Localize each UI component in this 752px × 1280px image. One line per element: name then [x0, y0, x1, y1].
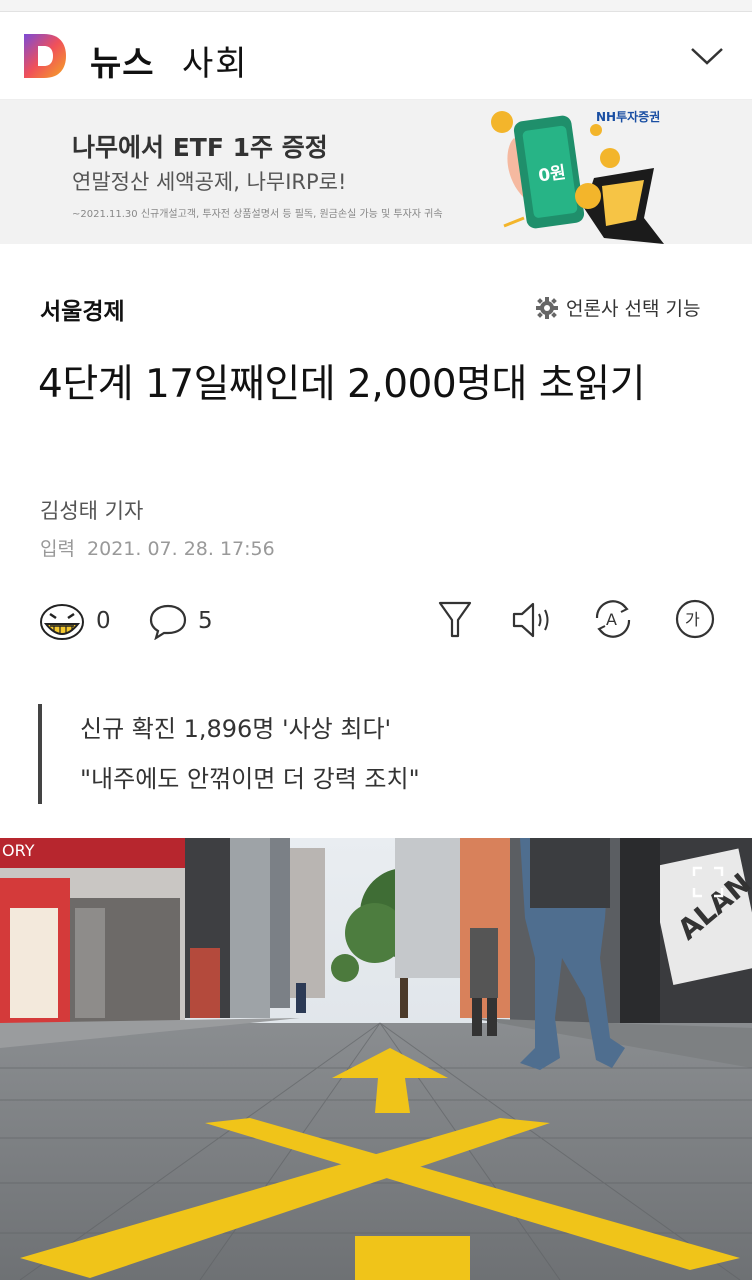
comment-button[interactable]: 5: [148, 602, 213, 640]
comment-count: 5: [198, 608, 213, 634]
press-setting-label: 언론사 선택 기능: [566, 298, 701, 320]
date-label: 입력: [40, 538, 75, 560]
publish-date: 입력 2021. 07. 28. 17:56: [40, 534, 275, 561]
phone-label: 0원: [537, 163, 567, 187]
category-title[interactable]: 사회: [182, 36, 249, 85]
comment-bubble-icon: [149, 604, 187, 640]
summary-line: "내주에도 안꺾이면 더 강력 조치": [80, 765, 420, 793]
article-summary: 신규 확진 1,896명 '사상 최다' "내주에도 안꺾이면 더 강력 조치": [38, 704, 638, 804]
translate-icon[interactable]: A: [592, 598, 634, 640]
press-setting-button[interactable]: 언론사 선택 기능: [536, 294, 700, 321]
daum-logo[interactable]: [22, 32, 68, 80]
date-value: 2021. 07. 28. 17:56: [87, 538, 275, 560]
expand-icon[interactable]: [692, 866, 724, 898]
font-size-icon-text: 가: [685, 610, 700, 629]
gear-icon: [536, 296, 558, 319]
banner-title: 나무에서 ETF 1주 증정: [72, 133, 328, 162]
chevron-down-icon[interactable]: [690, 46, 724, 66]
reaction-button[interactable]: 0: [38, 600, 111, 642]
article-headline: 4단계 17일째인데 2,000명대 초읽기: [38, 362, 645, 407]
article-photo[interactable]: ORY ALAN: [0, 838, 752, 1280]
app-header: 뉴스 사회: [0, 12, 752, 100]
status-strip: [0, 0, 752, 12]
reaction-count: 0: [96, 608, 111, 634]
press-name[interactable]: 서울경제: [40, 292, 125, 326]
laughing-face-icon: [40, 604, 84, 640]
phone-coins-illustration: 0원: [491, 111, 664, 244]
banner-fineprint: ~2021.11.30 신규개설고객, 투자전 상품설명서 등 필독, 원금손실…: [72, 209, 443, 220]
summary-line: 신규 확진 1,896명 '사상 최다': [80, 715, 392, 743]
article-actions: 0 5 A 가: [0, 596, 752, 646]
nh-brand-logo: NH투자증권: [596, 110, 661, 124]
news-section-title[interactable]: 뉴스: [90, 36, 155, 85]
translate-icon-text: A: [606, 610, 617, 629]
font-size-icon[interactable]: 가: [674, 598, 716, 640]
banner-subtitle: 연말정산 세액공제, 나무IRP로!: [72, 170, 347, 194]
reporter-name[interactable]: 김성태 기자: [40, 495, 143, 525]
summary-filter-icon[interactable]: [438, 600, 472, 640]
street-photo-illustration: ORY ALAN: [0, 838, 752, 1280]
store-sign-text: ORY: [2, 841, 35, 860]
speaker-icon[interactable]: [511, 600, 555, 640]
